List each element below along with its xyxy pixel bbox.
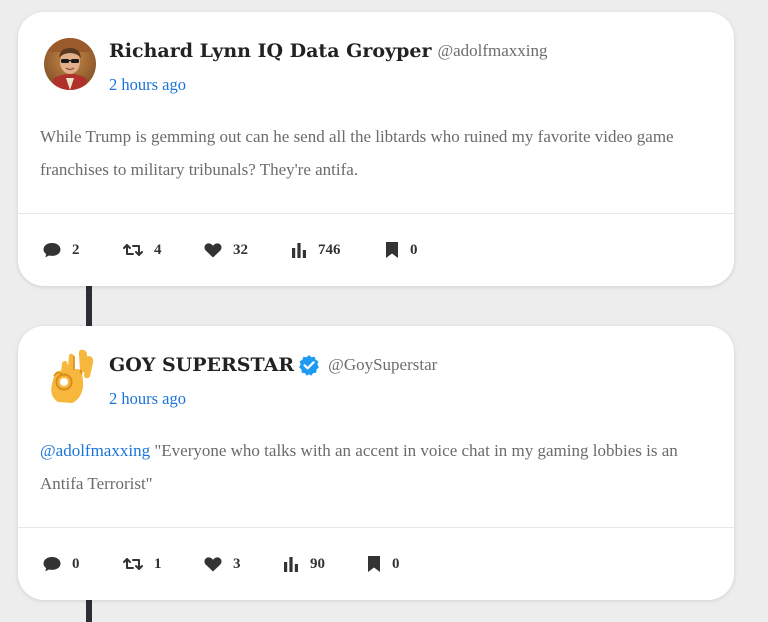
heart-icon	[204, 243, 222, 258]
post-header: GOY SUPERSTAR @GoySuperstar 2 hours ago	[18, 326, 734, 421]
reply-count: 2	[72, 241, 80, 258]
bookmark-icon	[368, 556, 380, 572]
view-count: 746	[318, 241, 341, 258]
view-count: 90	[310, 555, 325, 572]
post-text: While Trump is gemming out can he send a…	[40, 120, 710, 186]
like-button[interactable]: 32	[203, 238, 248, 262]
bookmark-count: 0	[410, 241, 418, 258]
author-display-name[interactable]: GOY SUPERSTAR	[109, 354, 294, 376]
post-text-content: While Trump is gemming out can he send a…	[40, 127, 674, 179]
author-display-name[interactable]: Richard Lynn IQ Data Groyper	[109, 40, 431, 62]
post-card: GOY SUPERSTAR @GoySuperstar 2 hours ago …	[18, 326, 734, 600]
bar-chart-icon	[284, 557, 298, 572]
post-actions: 0 1 3 90 0	[18, 528, 734, 600]
repost-button[interactable]: 4	[122, 238, 162, 262]
reply-count: 0	[72, 555, 80, 572]
ok-hand-icon	[51, 349, 94, 403]
comment-icon	[43, 557, 61, 572]
like-count: 32	[233, 241, 248, 258]
comment-icon	[43, 243, 61, 258]
repost-count: 1	[154, 555, 162, 572]
views-button[interactable]: 746	[290, 238, 341, 262]
repost-icon	[123, 244, 143, 256]
heart-icon	[204, 557, 222, 572]
mention-link[interactable]: @adolfmaxxing	[40, 441, 150, 460]
post-actions: 2 4 32 746 0	[18, 214, 734, 286]
bookmark-icon	[386, 242, 398, 258]
thread-connector-line	[86, 600, 92, 622]
author-line: Richard Lynn IQ Data Groyper @adolfmaxxi…	[109, 40, 548, 62]
post-text: @adolfmaxxing "Everyone who talks with a…	[40, 434, 710, 500]
repost-count: 4	[154, 241, 162, 258]
like-button[interactable]: 3	[203, 552, 241, 576]
avatar[interactable]	[44, 38, 96, 90]
avatar[interactable]	[44, 348, 96, 404]
reply-button[interactable]: 0	[42, 552, 80, 576]
post-timestamp[interactable]: 2 hours ago	[109, 75, 186, 95]
bookmark-count: 0	[392, 555, 400, 572]
bar-chart-icon	[292, 243, 306, 258]
post-card: Richard Lynn IQ Data Groyper @adolfmaxxi…	[18, 12, 734, 286]
repost-icon	[123, 558, 143, 570]
verified-badge-icon	[298, 354, 320, 376]
reply-button[interactable]: 2	[42, 238, 80, 262]
profile-photo-icon	[44, 38, 96, 90]
post-timestamp[interactable]: 2 hours ago	[109, 389, 186, 409]
repost-button[interactable]: 1	[122, 552, 162, 576]
views-button[interactable]: 90	[282, 552, 325, 576]
author-handle[interactable]: @GoySuperstar	[328, 355, 437, 375]
post-header: Richard Lynn IQ Data Groyper @adolfmaxxi…	[18, 12, 734, 107]
like-count: 3	[233, 555, 241, 572]
thread: Richard Lynn IQ Data Groyper @adolfmaxxi…	[0, 0, 768, 622]
thread-connector-line	[86, 286, 92, 326]
bookmark-button[interactable]: 0	[366, 552, 400, 576]
author-handle[interactable]: @adolfmaxxing	[437, 41, 547, 61]
bookmark-button[interactable]: 0	[384, 238, 418, 262]
author-line: GOY SUPERSTAR @GoySuperstar	[109, 354, 437, 376]
